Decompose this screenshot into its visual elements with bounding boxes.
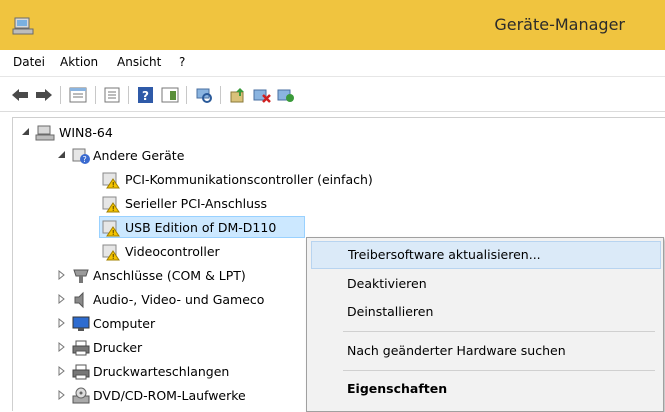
uninstall-icon[interactable]: [252, 86, 272, 104]
menu-item-label: Treibersoftware aktualisieren...: [348, 247, 541, 262]
menu-help[interactable]: ?: [179, 55, 185, 69]
monitor-icon: [72, 316, 90, 331]
printer-icon: [72, 340, 90, 356]
menu-bar: Datei Aktion Ansicht ?: [0, 50, 665, 77]
tree-node-category[interactable]: Drucker: [13, 337, 313, 359]
device-manager-icon[interactable]: [12, 16, 34, 36]
menu-item-label: Nach geänderter Hardware suchen: [347, 343, 566, 358]
collapsed-arrow-icon[interactable]: [57, 390, 67, 400]
tree-node-category[interactable]: Druckwarteschlangen: [13, 361, 313, 383]
category-label: Audio-, Video- und Gameco: [93, 292, 265, 307]
menu-item-label: Deaktivieren: [347, 276, 427, 291]
tree-node-other-devices[interactable]: ? Andere Geräte: [13, 145, 263, 167]
toolbar-separator: [220, 86, 221, 104]
toolbar-separator: [95, 86, 96, 104]
device-label: Serieller PCI-Anschluss: [125, 196, 268, 211]
menu-datei[interactable]: Datei: [13, 55, 45, 69]
category-label: Anschlüsse (COM & LPT): [93, 268, 246, 283]
tree-node-category[interactable]: DVD/CD-ROM-Laufwerke: [13, 385, 313, 407]
svg-text:!: !: [112, 181, 115, 189]
svg-text:?: ?: [83, 155, 87, 164]
menu-aktion[interactable]: Aktion: [60, 55, 98, 69]
svg-text:!: !: [112, 229, 115, 237]
speaker-icon: [74, 291, 84, 309]
svg-text:?: ?: [142, 89, 149, 103]
menu-scan-hardware[interactable]: Nach geänderter Hardware suchen: [311, 338, 659, 364]
menu-ansicht[interactable]: Ansicht: [117, 55, 161, 69]
tree-node-category[interactable]: Anschlüsse (COM & LPT): [13, 265, 313, 287]
toolbar-separator: [128, 86, 129, 104]
menu-separator: [343, 331, 655, 332]
enable-icon[interactable]: [276, 86, 296, 104]
menu-disable[interactable]: Deaktivieren: [311, 271, 659, 297]
expanded-arrow-icon[interactable]: [57, 150, 67, 160]
panel-icon[interactable]: [160, 86, 180, 104]
tree-node-device-selected[interactable]: ! USB Edition of DM-D110: [13, 217, 433, 239]
context-menu: Treibersoftware aktualisieren... Deaktiv…: [306, 237, 664, 412]
category-label: Drucker: [93, 340, 143, 355]
toolbar-separator: [60, 86, 61, 104]
expanded-arrow-icon[interactable]: [21, 127, 31, 137]
menu-update-driver[interactable]: Treibersoftware aktualisieren...: [311, 241, 661, 269]
category-label: Druckwarteschlangen: [93, 364, 230, 379]
forward-icon[interactable]: [34, 86, 54, 104]
window-title: Geräte-Manager: [494, 15, 625, 34]
device-label: PCI-Kommunikationscontroller (einfach): [125, 172, 373, 187]
warning-device-icon: !: [102, 244, 120, 261]
menu-item-label: Eigenschaften: [347, 381, 448, 396]
unknown-device-icon: ?: [72, 148, 90, 164]
tree-node-category[interactable]: Audio-, Video- und Gameco: [13, 289, 313, 311]
scan-hardware-icon[interactable]: [194, 86, 214, 104]
menu-properties[interactable]: Eigenschaften: [311, 376, 659, 402]
update-driver-icon[interactable]: [228, 86, 248, 104]
collapsed-arrow-icon[interactable]: [57, 366, 67, 376]
root-label: WIN8-64: [59, 125, 113, 140]
help-icon[interactable]: ?: [136, 86, 156, 104]
toolbar: ?: [0, 77, 665, 112]
other-devices-label: Andere Geräte: [93, 148, 185, 163]
tree-node-device[interactable]: ! Serieller PCI-Anschluss: [13, 193, 433, 215]
device-label: Videocontroller: [125, 244, 220, 259]
computer-icon: [35, 125, 55, 141]
back-icon[interactable]: [10, 86, 30, 104]
warning-device-icon: !: [102, 220, 120, 237]
svg-text:!: !: [112, 205, 115, 213]
toolbar-separator: [186, 86, 187, 104]
device-label: USB Edition of DM-D110: [125, 220, 277, 235]
collapsed-arrow-icon[interactable]: [57, 342, 67, 352]
warning-device-icon: !: [102, 172, 120, 189]
category-label: Computer: [93, 316, 156, 331]
menu-item-label: Deinstallieren: [347, 304, 434, 319]
menu-separator: [343, 370, 655, 371]
warning-device-icon: !: [102, 196, 120, 213]
tree-root-node[interactable]: WIN8-64: [13, 122, 213, 144]
tree-node-device[interactable]: ! PCI-Kommunikationscontroller (einfach): [13, 169, 433, 191]
dvd-drive-icon: [72, 387, 90, 404]
device-manager-window: Geräte-Manager Datei Aktion Ansicht ? ?: [0, 0, 665, 412]
collapsed-arrow-icon[interactable]: [57, 318, 67, 328]
collapsed-arrow-icon[interactable]: [57, 270, 67, 280]
title-bar[interactable]: Geräte-Manager: [0, 0, 665, 50]
print-queue-icon: [72, 364, 90, 380]
menu-uninstall[interactable]: Deinstallieren: [311, 299, 659, 325]
tree-node-category[interactable]: Computer: [13, 313, 313, 335]
svg-text:!: !: [112, 253, 115, 261]
properties-view-icon[interactable]: [68, 86, 88, 104]
device-list-icon[interactable]: [102, 86, 122, 104]
category-label: DVD/CD-ROM-Laufwerke: [93, 388, 246, 403]
collapsed-arrow-icon[interactable]: [57, 294, 67, 304]
port-connector-icon: [73, 269, 89, 283]
